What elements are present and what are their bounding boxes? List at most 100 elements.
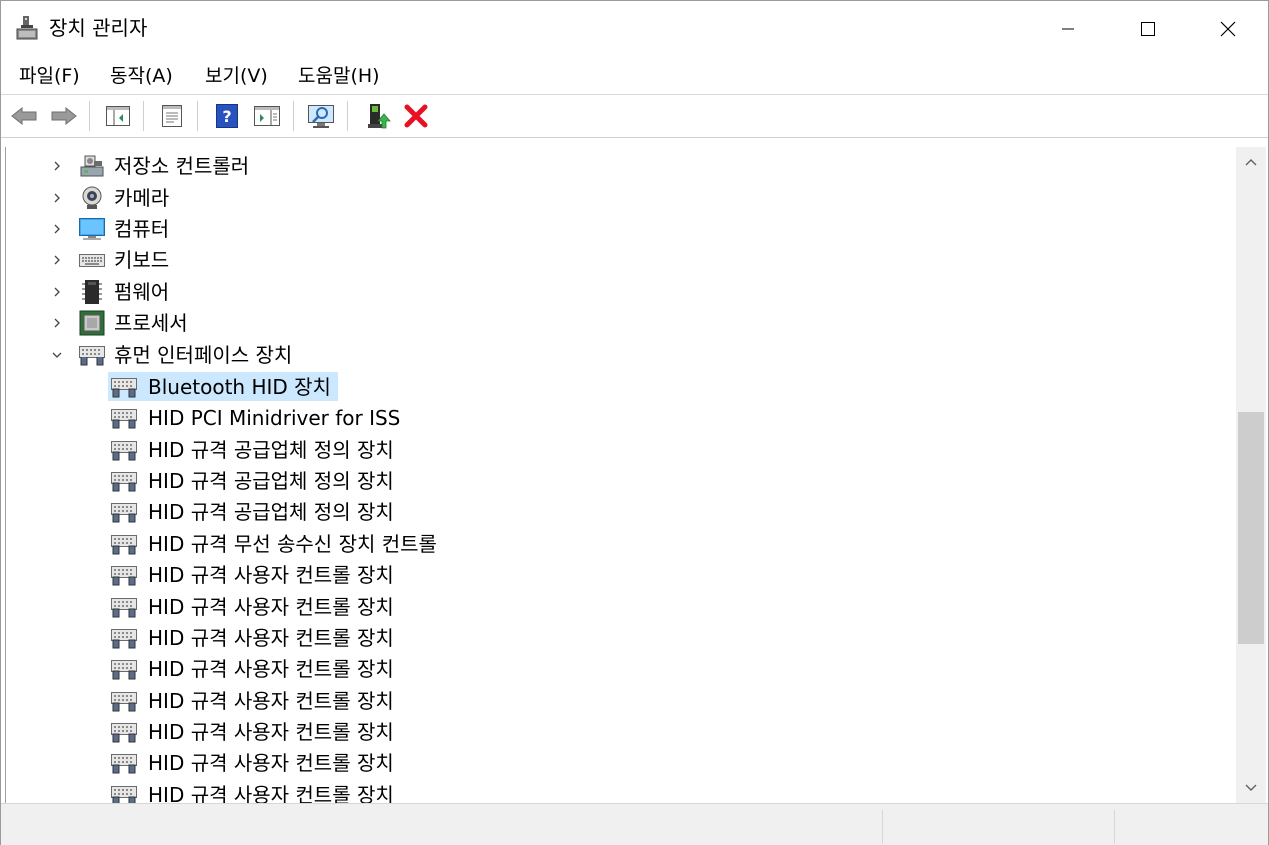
show-action-pane-icon — [254, 106, 280, 126]
hid-device-icon — [111, 409, 137, 429]
tree-device-item[interactable]: HID 규격 사용자 컨트롤 장치 — [6, 591, 1237, 622]
tree-device-item[interactable]: HID 규격 공급업체 정의 장치 — [6, 496, 1237, 527]
tree-device-label: HID PCI Minidriver for ISS — [148, 406, 401, 430]
tree-device-label: HID 규격 사용자 컨트롤 장치 — [148, 657, 394, 681]
back-icon — [11, 106, 37, 126]
vertical-scrollbar[interactable] — [1236, 147, 1266, 803]
chevron-right-icon[interactable] — [51, 286, 63, 298]
title-bar[interactable]: 장치 관리자 — [1, 1, 1268, 56]
close-icon — [1220, 21, 1236, 36]
back-button[interactable] — [8, 101, 40, 131]
scrollbar-thumb[interactable] — [1238, 412, 1264, 644]
chevron-right-icon[interactable] — [51, 192, 63, 204]
tree-device-label: HID 규격 사용자 컨트롤 장치 — [148, 689, 394, 713]
tree-device-label: HID 규격 공급업체 정의 장치 — [148, 469, 394, 493]
storage-controller-icon — [80, 155, 104, 177]
chevron-right-icon[interactable] — [51, 317, 63, 329]
tree-category[interactable]: 컴퓨터 — [6, 213, 1237, 244]
tree-category-label: 키보드 — [114, 248, 170, 272]
tree-device-item[interactable]: HID 규격 사용자 컨트롤 장치 — [6, 653, 1237, 684]
menu-bar: 파일(F) 동작(A) 보기(V) 도움말(H) — [1, 56, 1268, 95]
tree-device-item[interactable]: HID 규격 사용자 컨트롤 장치 — [6, 559, 1237, 590]
toolbar: ? — [1, 95, 1268, 138]
tree-device-label: HID 규격 공급업체 정의 장치 — [148, 500, 394, 524]
tree-device-label: HID 규격 사용자 컨트롤 장치 — [148, 626, 394, 650]
tree-device-label: HID 규격 사용자 컨트롤 장치 — [148, 563, 394, 587]
tree-device-item[interactable]: HID 규격 사용자 컨트롤 장치 — [6, 747, 1237, 778]
chevron-down-icon[interactable] — [51, 349, 63, 361]
uninstall-device-button[interactable] — [400, 101, 432, 131]
menu-action[interactable]: 동작(A) — [110, 64, 173, 88]
tree-device-item[interactable]: HID PCI Minidriver for ISS — [6, 402, 1237, 433]
tree-category-label: 카메라 — [114, 186, 170, 210]
window-title: 장치 관리자 — [49, 16, 148, 40]
tree-device-item[interactable]: HID 규격 공급업체 정의 장치 — [6, 465, 1237, 496]
tree-category-label: 펌웨어 — [114, 280, 170, 304]
device-tree[interactable]: 저장소 컨트롤러 카메라 컴퓨터 키보드 펌웨어 프로세서 휴먼 인터페이스 장… — [5, 147, 1237, 803]
tree-device-label: Bluetooth HID 장치 — [148, 375, 331, 399]
help-icon: ? — [216, 104, 238, 128]
hid-device-icon — [111, 754, 137, 774]
scroll-down-button[interactable] — [1236, 773, 1266, 803]
forward-button[interactable] — [48, 101, 80, 131]
tree-category[interactable]: 저장소 컨트롤러 — [6, 150, 1237, 181]
tree-device-item[interactable]: HID 규격 사용자 컨트롤 장치 — [6, 779, 1237, 803]
hid-device-icon — [111, 629, 137, 649]
update-driver-button[interactable] — [362, 101, 394, 131]
svg-text:?: ? — [222, 107, 231, 126]
minimize-button[interactable] — [1028, 1, 1108, 56]
tree-category[interactable]: 카메라 — [6, 182, 1237, 213]
hid-device-icon — [111, 660, 137, 680]
show-action-pane-button[interactable] — [251, 101, 283, 131]
hid-device-icon — [111, 598, 137, 618]
tree-device-item[interactable]: Bluetooth HID 장치 — [6, 371, 1237, 402]
menu-file[interactable]: 파일(F) — [19, 64, 80, 88]
tree-category[interactable]: 휴먼 인터페이스 장치 — [6, 339, 1237, 370]
chevron-up-icon — [1245, 159, 1257, 166]
keyboard-icon — [79, 254, 105, 267]
hid-device-icon — [111, 472, 137, 492]
tree-device-label: HID 규격 공급업체 정의 장치 — [148, 438, 394, 462]
status-pane — [1114, 810, 1115, 844]
close-button[interactable] — [1188, 1, 1268, 56]
tree-device-item[interactable]: HID 규격 사용자 컨트롤 장치 — [6, 685, 1237, 716]
properties-button[interactable] — [156, 101, 188, 131]
hid-device-icon — [111, 441, 137, 461]
scan-hardware-icon — [308, 105, 334, 128]
hid-icon — [79, 346, 105, 366]
tree-category[interactable]: 프로세서 — [6, 307, 1237, 338]
scan-hardware-button[interactable] — [305, 101, 337, 131]
tree-device-item[interactable]: HID 규격 공급업체 정의 장치 — [6, 434, 1237, 465]
tree-device-label: HID 규격 사용자 컨트롤 장치 — [148, 783, 394, 803]
chevron-right-icon[interactable] — [51, 254, 63, 266]
chevron-right-icon[interactable] — [51, 160, 63, 172]
tree-device-item[interactable]: HID 규격 사용자 컨트롤 장치 — [6, 716, 1237, 747]
show-hide-console-tree-button[interactable] — [102, 101, 134, 131]
uninstall-device-icon — [404, 104, 428, 128]
tree-device-item[interactable]: HID 규격 사용자 컨트롤 장치 — [6, 622, 1237, 653]
tree-category[interactable]: 펌웨어 — [6, 276, 1237, 307]
hid-device-icon — [111, 723, 137, 743]
chevron-down-icon — [1245, 784, 1257, 791]
help-button[interactable]: ? — [211, 101, 243, 131]
show-hide-console-tree-icon — [106, 106, 130, 126]
camera-icon — [82, 186, 102, 209]
chevron-right-icon[interactable] — [51, 223, 63, 235]
scroll-up-button[interactable] — [1236, 147, 1266, 177]
toolbar-separator — [293, 101, 294, 131]
tree-category[interactable]: 키보드 — [6, 244, 1237, 275]
tree-device-label: HID 규격 무선 송수신 장치 컨트롤 — [148, 532, 437, 556]
device-manager-window: 장치 관리자 파일(F) 동작(A) 보기(V) 도움말(H) ? 저장소 컨트… — [0, 0, 1269, 845]
tree-category-label: 휴먼 인터페이스 장치 — [114, 343, 293, 367]
maximize-button[interactable] — [1108, 1, 1188, 56]
firmware-icon — [82, 280, 102, 304]
menu-help[interactable]: 도움말(H) — [298, 64, 380, 88]
status-bar — [1, 803, 1268, 845]
status-pane — [882, 810, 883, 844]
properties-icon — [162, 105, 182, 127]
tree-category-label: 저장소 컨트롤러 — [114, 154, 250, 178]
menu-view[interactable]: 보기(V) — [205, 64, 268, 88]
tree-device-item[interactable]: HID 규격 무선 송수신 장치 컨트롤 — [6, 528, 1237, 559]
device-manager-app-icon — [16, 16, 38, 40]
hid-device-icon — [111, 566, 137, 586]
